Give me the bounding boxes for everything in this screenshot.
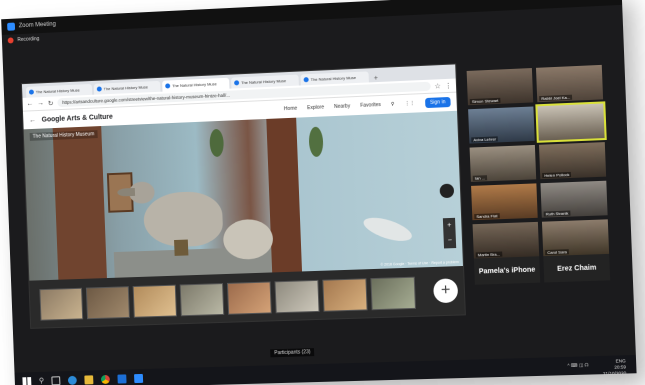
tab-favicon-icon — [97, 86, 102, 91]
participant-tile-audio[interactable]: Pamela's iPhone — [474, 256, 540, 284]
tab-favicon-icon — [234, 80, 239, 85]
record-dot-icon — [8, 37, 14, 43]
back-icon[interactable]: ← — [26, 100, 33, 107]
zoom-titlebar: Zoom Meeting – □ × — [1, 0, 622, 35]
filmstrip-thumbnail[interactable] — [39, 288, 83, 321]
tab-label: The Natural History Muse — [311, 75, 357, 82]
filmstrip-thumbnail[interactable] — [180, 283, 225, 316]
search-icon[interactable]: ⚲ — [39, 377, 44, 385]
add-icon[interactable]: + — [433, 278, 458, 303]
sign-in-button[interactable]: Sign in — [425, 97, 451, 108]
task-view-icon[interactable] — [51, 376, 60, 385]
filmstrip-thumbnail[interactable] — [86, 286, 130, 319]
participant-name: Sandra Fiat — [474, 213, 499, 219]
reload-icon[interactable]: ↻ — [48, 99, 54, 107]
participant-tile[interactable]: Ian ... — [470, 145, 537, 182]
shared-browser-window: The Natural History Muse The Natural His… — [21, 63, 466, 329]
monitor-screen: Zoom Meeting – □ × Recording The Natural… — [1, 0, 636, 385]
street-view-panorama[interactable]: The Natural History Museum + − © 2018 Go… — [24, 111, 465, 281]
participant-tile[interactable]: Carol Sara — [542, 219, 609, 256]
zoom-control[interactable]: + − — [443, 218, 456, 249]
windows-taskbar: ⚲ ^ ⌨ ◫ ☊ ENG 20:59 21/10/2020 — [14, 355, 636, 385]
filmstrip-thumbnail[interactable] — [227, 281, 272, 314]
dodo-beak — [117, 188, 135, 197]
parrot-specimen — [209, 129, 224, 157]
participant-tile-audio[interactable]: Erez Chaim — [543, 254, 610, 283]
system-tray-icons[interactable]: ^ ⌨ ◫ ☊ — [567, 362, 588, 369]
participant-tile[interactable]: Helen Pollock — [539, 142, 606, 179]
filmstrip-thumbnail[interactable] — [370, 277, 416, 311]
participant-tile[interactable]: Aviva Lehrer — [468, 106, 535, 143]
tab-favicon-icon — [29, 90, 34, 95]
participant-tile[interactable]: Martin Bra... — [473, 222, 540, 259]
filmstrip-thumbnail[interactable] — [133, 285, 177, 318]
tab-label: The Natural History Muse — [36, 87, 80, 94]
star-icon[interactable]: ☆ — [434, 82, 441, 90]
windows-start-icon[interactable] — [22, 377, 31, 385]
participant-name: Rabbi Joel Ka... — [539, 95, 572, 102]
participant-name: Helen Pollock — [542, 172, 571, 178]
filmstrip-thumbnail[interactable] — [275, 280, 320, 313]
tab-label: The Natural History Muse — [104, 84, 148, 91]
participant-name: Carol Sara — [545, 249, 569, 255]
wood-column — [53, 126, 107, 280]
parrot-specimen — [308, 127, 323, 158]
minimize-button[interactable]: – — [570, 0, 575, 2]
recording-label: Recording — [17, 36, 39, 43]
wood-column — [266, 118, 302, 273]
participant-name: Aviva Lehrer — [471, 136, 498, 142]
zoom-in-icon[interactable]: + — [447, 222, 451, 229]
tab-label: The Natural History Muse — [241, 78, 286, 85]
participant-tile[interactable]: Rabbi Joel Ka... — [536, 65, 603, 102]
apps-grid-icon[interactable]: ⋮⋮ — [405, 101, 415, 107]
back-arrow-icon[interactable]: ← — [29, 117, 36, 124]
participant-name: Martin Bra... — [476, 251, 502, 257]
compass-icon[interactable] — [440, 184, 455, 199]
participant-name: Simon Stewart — [470, 98, 501, 104]
dodo-legs — [174, 240, 188, 256]
window-controls: – □ × — [570, 0, 614, 2]
participant-tile[interactable]: Ruth Stranik — [540, 181, 607, 218]
tab-favicon-icon — [304, 77, 309, 82]
participant-name: Ruth Stranik — [544, 211, 571, 217]
search-icon[interactable]: ⚲ — [391, 101, 395, 107]
participant-name: Ian ... — [473, 175, 487, 181]
nav-favorites[interactable]: Favorites — [360, 102, 381, 109]
participant-tile[interactable]: Simon Stewart — [467, 68, 534, 105]
outlook-icon[interactable] — [118, 374, 127, 383]
chrome-icon[interactable] — [101, 374, 110, 383]
menu-dots-icon[interactable]: ⋮ — [445, 81, 452, 89]
site-title[interactable]: Google Arts & Culture — [42, 113, 113, 123]
zoom-taskbar-icon[interactable] — [134, 373, 143, 382]
system-clock[interactable]: ENG 20:59 21/10/2020 — [602, 358, 626, 377]
forward-icon[interactable]: → — [37, 100, 44, 107]
fish-specimen — [361, 213, 414, 246]
zoom-app-icon — [7, 23, 15, 31]
file-explorer-icon[interactable] — [84, 375, 93, 384]
participant-tile[interactable]: Sandra Fiat — [471, 183, 538, 220]
nav-nearby[interactable]: Nearby — [334, 103, 350, 110]
tab-favicon-icon — [165, 83, 170, 88]
filmstrip-thumbnail[interactable] — [322, 278, 367, 311]
tab-label: The Natural History Muse — [172, 81, 217, 88]
window-title: Zoom Meeting — [19, 22, 56, 30]
participants-label[interactable]: Participants (23) — [270, 348, 315, 357]
active-speaker-tile[interactable] — [537, 103, 604, 140]
nav-explore[interactable]: Explore — [307, 104, 324, 111]
clock-date: 21/10/2020 — [603, 370, 627, 377]
new-tab-icon[interactable]: + — [371, 75, 378, 82]
nav-home[interactable]: Home — [284, 106, 298, 113]
participant-gallery: Simon Stewart Rabbi Joel Ka... Aviva Leh… — [467, 64, 619, 282]
edge-icon[interactable] — [68, 375, 77, 384]
maximize-button[interactable]: □ — [589, 0, 594, 1]
zoom-out-icon[interactable]: − — [448, 237, 452, 244]
recording-indicator: Recording — [8, 36, 40, 43]
